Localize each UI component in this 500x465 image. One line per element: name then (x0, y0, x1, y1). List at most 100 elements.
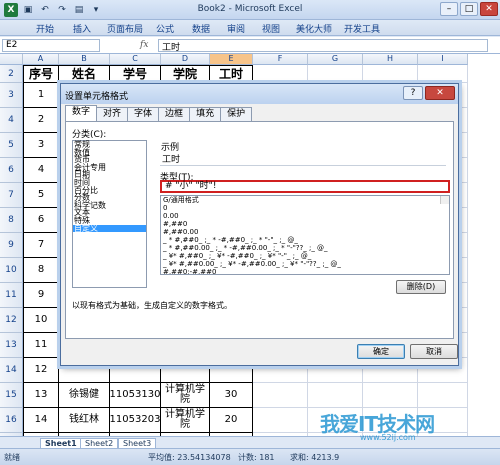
column-header-d[interactable]: D (161, 54, 210, 65)
select-all-corner[interactable] (0, 54, 23, 65)
table-cell[interactable]: 9 (23, 283, 59, 308)
ok-button[interactable]: 确定 (357, 344, 405, 359)
format-code-item[interactable]: _ * #,##0.00_ ;_ * -#,##0.00_ ;_ * "-"??… (161, 244, 449, 252)
tab-data[interactable]: 数据 (192, 22, 210, 35)
empty-cell[interactable] (308, 65, 363, 83)
format-code-item[interactable]: _ ¥* #,##0.00_ ;_ ¥* -#,##0.00_ ;_ ¥* "-… (161, 260, 449, 268)
tab-insert[interactable]: 插入 (73, 22, 91, 35)
column-header-i[interactable]: I (418, 54, 468, 65)
tab-font[interactable]: 字体 (127, 107, 160, 121)
tab-view[interactable]: 视图 (262, 22, 280, 35)
table-cell[interactable]: 13 (23, 383, 59, 408)
row-header[interactable]: 11 (0, 283, 23, 308)
table-cell[interactable]: 2 (23, 108, 59, 133)
table-cell[interactable]: 学院 (161, 65, 210, 83)
table-cell[interactable]: 11053203 (110, 408, 161, 433)
format-code-item[interactable]: _ * #,##0_ ;_ * -#,##0_ ;_ * "-"_ ;_ @_ (161, 236, 449, 244)
row-header[interactable]: 5 (0, 133, 23, 158)
category-list[interactable]: 常规 数值 货币 会计专用 日期 时间 百分比 分数 科学记数 文本 特殊 自定义 (72, 140, 147, 288)
tab-review[interactable]: 审阅 (227, 22, 245, 35)
table-cell[interactable]: 6 (23, 208, 59, 233)
row-header[interactable]: 12 (0, 308, 23, 333)
tab-number[interactable]: 数字 (65, 105, 98, 121)
column-header-a[interactable]: A (23, 54, 59, 65)
row-header[interactable]: 3 (0, 83, 23, 108)
row-header[interactable]: 16 (0, 408, 23, 433)
type-input[interactable]: # "小" "时"! (160, 180, 450, 193)
table-cell[interactable]: 姓名 (59, 65, 110, 83)
row-header[interactable]: 14 (0, 358, 23, 383)
table-cell[interactable]: 学号 (110, 65, 161, 83)
empty-cell[interactable] (363, 383, 418, 408)
tab-alignment[interactable]: 对齐 (96, 107, 129, 121)
name-box[interactable]: E2 (2, 39, 100, 52)
format-code-item[interactable]: 0 (161, 204, 449, 212)
close-icon[interactable]: ✕ (480, 2, 498, 16)
table-cell[interactable]: 序号 (23, 65, 59, 83)
column-header-f[interactable]: F (253, 54, 308, 65)
format-code-item[interactable]: G/通用格式 (161, 196, 449, 204)
tab-fill[interactable]: 填充 (189, 107, 222, 121)
column-header-c[interactable]: C (110, 54, 161, 65)
table-cell[interactable]: 14 (23, 408, 59, 433)
empty-cell[interactable] (253, 65, 308, 83)
row-header[interactable]: 9 (0, 233, 23, 258)
table-cell[interactable]: 30 (210, 383, 253, 408)
maximize-icon[interactable]: □ (460, 2, 478, 16)
column-header-b[interactable]: B (59, 54, 110, 65)
table-cell[interactable]: 11 (23, 333, 59, 358)
table-cell[interactable]: 7 (23, 233, 59, 258)
format-code-item[interactable]: #,##0;-#,##0 (161, 268, 449, 274)
format-code-item[interactable]: 0.00 (161, 212, 449, 220)
table-cell[interactable]: 计算机学院 (161, 408, 210, 433)
empty-cell[interactable] (253, 383, 308, 408)
table-cell[interactable]: 5 (23, 183, 59, 208)
row-header[interactable]: 13 (0, 333, 23, 358)
insert-function-icon[interactable]: fx (140, 40, 148, 50)
empty-cell[interactable] (418, 65, 468, 83)
tab-developer[interactable]: 开发工具 (344, 22, 380, 35)
formula-input[interactable]: 工时 (158, 39, 488, 53)
table-cell[interactable]: 钱红林 (59, 408, 110, 433)
empty-cell[interactable] (363, 65, 418, 83)
table-cell[interactable]: 8 (23, 258, 59, 283)
format-code-item[interactable]: #,##0 (161, 220, 449, 228)
format-list-scrollbar[interactable] (440, 196, 449, 204)
row-header[interactable]: 4 (0, 108, 23, 133)
column-header-g[interactable]: G (308, 54, 363, 65)
format-code-item[interactable]: #,##0.00 (161, 228, 449, 236)
table-cell[interactable]: 20 (210, 408, 253, 433)
row-header[interactable]: 10 (0, 258, 23, 283)
table-cell[interactable]: 11053130 (110, 383, 161, 408)
delete-button[interactable]: 删除(D) (396, 280, 446, 294)
dialog-close-icon[interactable]: ✕ (425, 86, 455, 100)
row-header[interactable]: 15 (0, 383, 23, 408)
row-header[interactable]: 8 (0, 208, 23, 233)
tab-home[interactable]: 开始 (36, 22, 54, 35)
format-code-item[interactable]: _ ¥* #,##0_ ;_ ¥* -#,##0_ ;_ ¥* "-"_ ;_ … (161, 252, 449, 260)
tab-border[interactable]: 边框 (158, 107, 191, 121)
tab-protection[interactable]: 保护 (220, 107, 253, 121)
table-cell[interactable]: 12 (23, 358, 59, 383)
format-code-list[interactable]: G/通用格式 0 0.00 #,##0 #,##0.00 _ * #,##0_ ;_ * … (160, 195, 450, 275)
table-cell[interactable]: 徐锡健 (59, 383, 110, 408)
minimize-icon[interactable]: – (440, 2, 458, 16)
row-header[interactable]: 7 (0, 183, 23, 208)
empty-cell[interactable] (308, 383, 363, 408)
category-item[interactable]: 自定义 (73, 224, 146, 233)
cancel-button[interactable]: 取消 (410, 344, 458, 359)
table-cell[interactable]: 3 (23, 133, 59, 158)
table-cell[interactable]: 10 (23, 308, 59, 333)
tab-formulas[interactable]: 公式 (156, 22, 174, 35)
empty-cell[interactable] (253, 408, 308, 433)
table-cell[interactable]: 1 (23, 83, 59, 108)
table-cell[interactable]: 4 (23, 158, 59, 183)
row-header[interactable]: 2 (0, 65, 23, 83)
tab-beautify-master[interactable]: 美化大师 (296, 22, 332, 35)
empty-cell[interactable] (418, 383, 468, 408)
column-header-e[interactable]: E (210, 54, 253, 65)
help-icon[interactable]: ? (403, 86, 423, 100)
tab-page-layout[interactable]: 页面布局 (107, 22, 143, 35)
table-cell[interactable]: 工时 (210, 65, 253, 83)
row-header[interactable]: 6 (0, 158, 23, 183)
